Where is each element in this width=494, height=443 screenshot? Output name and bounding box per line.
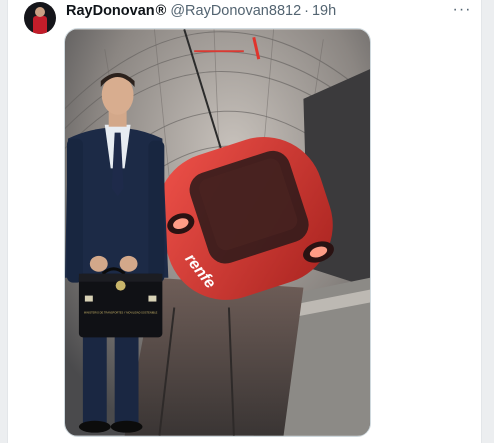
author-name[interactable]: RayDonovan xyxy=(66,3,155,19)
tweet-header: RayDonovan ® @RayDonovan8812 · 19h xyxy=(66,2,336,20)
separator-dot: · xyxy=(304,3,309,19)
media-image: renfe MINISTERIO DE TRANSPORTES Y MOVILI… xyxy=(65,29,370,436)
registered-badge: ® xyxy=(155,3,167,19)
briefcase-seal: MINISTERIO DE TRANSPORTES Y MOVILIDAD SO… xyxy=(84,310,158,314)
more-horizontal-icon: ··· xyxy=(452,1,472,18)
author-handle[interactable]: @RayDonovan8812 xyxy=(170,3,301,19)
avatar[interactable] xyxy=(24,2,56,34)
avatar-head xyxy=(35,7,45,17)
avatar-shirt xyxy=(33,16,47,34)
timestamp[interactable]: 19h xyxy=(312,3,336,19)
right-gutter xyxy=(481,0,494,443)
more-options-button[interactable]: ··· xyxy=(452,0,472,20)
tweet-media[interactable]: renfe MINISTERIO DE TRANSPORTES Y MOVILI… xyxy=(64,28,371,437)
left-gutter xyxy=(0,0,8,443)
briefcase: MINISTERIO DE TRANSPORTES Y MOVILIDAD SO… xyxy=(78,267,163,338)
